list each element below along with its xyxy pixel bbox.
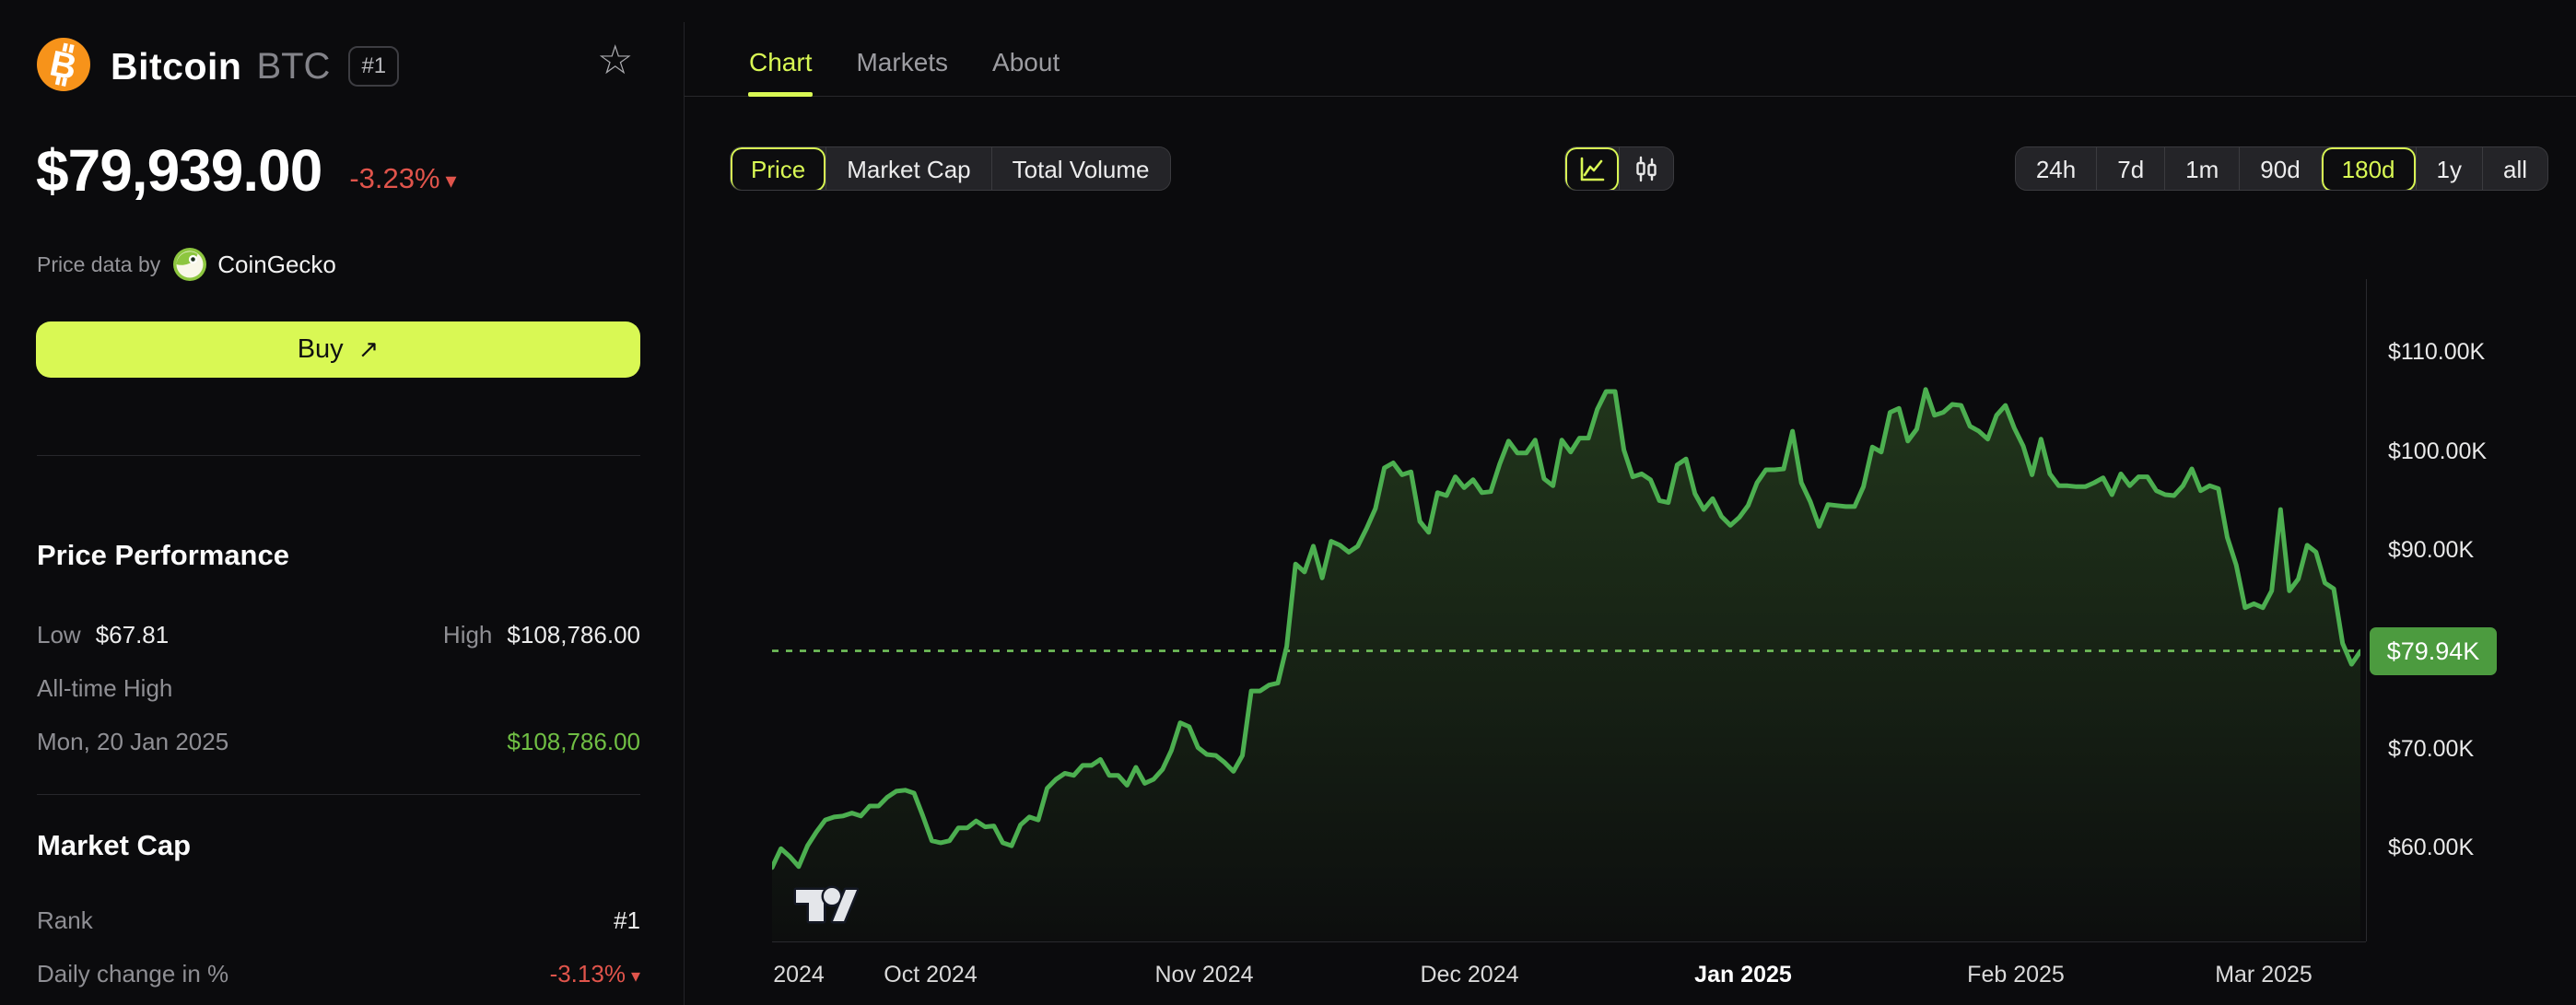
x-axis-tick: Mar 2025 — [2215, 962, 2313, 988]
coin-name: Bitcoin — [111, 45, 241, 88]
x-axis-tick: Nov 2024 — [1154, 962, 1253, 988]
x-axis-tick: Dec 2024 — [1420, 962, 1518, 988]
ath-label: All-time High — [37, 674, 172, 703]
metric-totalvolume-button[interactable]: Total Volume — [991, 147, 1170, 191]
rank-label: Rank — [37, 906, 93, 935]
low-value: $67.81 — [96, 621, 170, 649]
metric-price-button[interactable]: Price — [731, 147, 825, 191]
y-axis-tick: $90.00K — [2388, 537, 2474, 564]
price-performance-title: Price Performance — [37, 539, 289, 572]
daily-change-value: -3.13%▾ — [550, 960, 640, 988]
tab-markets[interactable]: Markets — [856, 48, 948, 99]
ath-value: $108,786.00 — [507, 728, 640, 756]
rank-row: Rank #1 — [37, 906, 640, 935]
arrow-up-right-icon: ↗ — [358, 335, 380, 364]
coingecko-logo-icon — [173, 248, 206, 281]
x-axis-tick: Feb 2025 — [1967, 962, 2065, 988]
high-label: High — [443, 621, 492, 649]
x-axis-tick: Oct 2024 — [884, 962, 977, 988]
current-price: $79,939.00 — [36, 136, 322, 205]
x-axis-tick: Jan 2025 — [1694, 962, 1792, 988]
down-triangle-icon: ▾ — [446, 169, 457, 193]
price-change-24h: -3.23%▾ — [349, 162, 456, 195]
rank-value: #1 — [614, 906, 640, 935]
price-row: $79,939.00 -3.23%▾ — [36, 136, 457, 205]
high-value: $108,786.00 — [507, 621, 640, 649]
tradingview-logo-icon[interactable] — [790, 884, 859, 931]
ath-date: Mon, 20 Jan 2025 — [37, 728, 228, 756]
active-tab-underline — [748, 92, 813, 97]
chart-type-toggle-group — [1564, 146, 1674, 191]
daily-change-row: Daily change in % -3.13%▾ — [37, 960, 640, 988]
coin-header: B Bitcoin BTC #1 — [37, 39, 399, 94]
market-cap-title: Market Cap — [37, 829, 191, 862]
line-chart-icon[interactable] — [1565, 147, 1619, 191]
divider — [37, 794, 640, 795]
attribution-provider: CoinGecko — [217, 251, 336, 279]
range-90d-button[interactable]: 90d — [2239, 147, 2320, 191]
bitcoin-logo-icon: B — [37, 38, 90, 96]
range-all-button[interactable]: all — [2482, 147, 2547, 191]
rank-badge: #1 — [348, 46, 399, 87]
chart-right-axis-line — [2366, 279, 2367, 941]
down-triangle-icon: ▾ — [631, 966, 640, 987]
range-180d-button[interactable]: 180d — [2321, 147, 2416, 191]
range-7d-button[interactable]: 7d — [2096, 147, 2164, 191]
metric-toggle-group: Price Market Cap Total Volume — [730, 146, 1171, 191]
coin-sidebar: B Bitcoin BTC #1 ☆ $79,939.00 -3.23%▾ Pr… — [0, 0, 684, 1005]
current-price-badge: $79.94K — [2370, 627, 2497, 675]
price-data-attribution: Price data by CoinGecko — [37, 247, 336, 282]
low-high-row: Low $67.81 High $108,786.00 — [37, 621, 640, 649]
price-chart[interactable] — [772, 279, 2360, 941]
tab-about[interactable]: About — [992, 48, 1060, 99]
y-axis-tick: $110.00K — [2388, 339, 2485, 366]
y-axis-tick: $60.00K — [2388, 835, 2474, 861]
range-1m-button[interactable]: 1m — [2164, 147, 2239, 191]
x-axis-tick: 2024 — [773, 962, 825, 988]
coin-symbol: BTC — [256, 46, 330, 88]
buy-button[interactable]: Buy ↗ — [36, 321, 640, 378]
range-24h-button[interactable]: 24h — [2016, 147, 2096, 191]
y-axis-tick: $100.00K — [2388, 438, 2487, 465]
time-range-group: 24h 7d 1m 90d 180d 1y all — [2015, 146, 2548, 191]
favorite-star-icon[interactable]: ☆ — [597, 41, 633, 81]
ath-label-row: All-time High — [37, 674, 640, 703]
range-1y-button[interactable]: 1y — [2416, 147, 2482, 191]
attribution-prefix: Price data by — [37, 252, 160, 277]
low-label: Low — [37, 621, 81, 649]
daily-change-label: Daily change in % — [37, 960, 228, 988]
vertical-divider — [684, 22, 685, 1005]
chart-bottom-axis-line — [772, 941, 2366, 942]
metric-marketcap-button[interactable]: Market Cap — [825, 147, 990, 191]
y-axis-tick: $70.00K — [2388, 736, 2474, 763]
divider — [37, 455, 640, 456]
ath-row: Mon, 20 Jan 2025 $108,786.00 — [37, 728, 640, 756]
candlestick-icon[interactable] — [1619, 147, 1673, 191]
